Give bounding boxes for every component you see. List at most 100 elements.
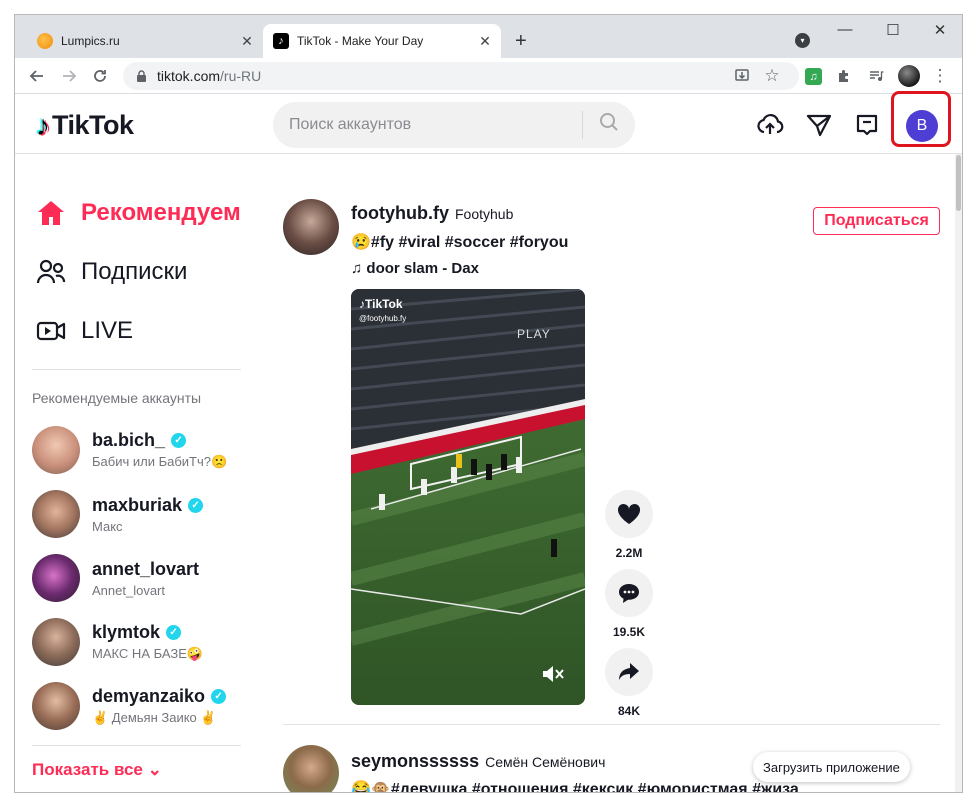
tab-tiktok[interactable]: ♪ TikTok - Make Your Day ✕ bbox=[263, 24, 501, 58]
tab-strip: Lumpics.ru ✕ ♪ TikTok - Make Your Day ✕ … bbox=[15, 15, 962, 58]
sidebar-item-label: Подписки bbox=[81, 258, 188, 285]
video-player[interactable]: ♪TikTok @footyhub.fy PLAY bbox=[351, 289, 585, 705]
get-app-button[interactable]: Загрузить приложение bbox=[753, 752, 910, 782]
inbox-icon[interactable] bbox=[853, 111, 881, 139]
minimize-button[interactable]: — bbox=[830, 21, 860, 38]
browser-window: Lumpics.ru ✕ ♪ TikTok - Make Your Day ✕ … bbox=[14, 14, 963, 793]
feed-divider bbox=[283, 724, 940, 725]
tiktok-note-icon: ♪ bbox=[36, 109, 50, 141]
account-search[interactable]: Поиск аккаунтов bbox=[273, 102, 635, 148]
sidebar-divider bbox=[32, 745, 241, 746]
browser-toolbar: tiktok.com/ru-RU ☆ ♫ ⋮ bbox=[15, 58, 962, 94]
tiktok-favicon-icon: ♪ bbox=[273, 33, 289, 49]
page-scrollbar[interactable] bbox=[955, 154, 962, 792]
search-icon[interactable] bbox=[583, 112, 635, 138]
post-caption[interactable]: 😂🙊#девушка #отношения #кексик #юмористма… bbox=[351, 779, 799, 792]
post-username[interactable]: footyhub.fy bbox=[351, 203, 449, 224]
upload-icon[interactable] bbox=[756, 111, 784, 139]
video-tag: PLAY bbox=[517, 327, 551, 341]
window-close-button[interactable]: ✕ bbox=[925, 21, 955, 39]
post-author[interactable]: seymonssssss Семён Семёнович bbox=[351, 751, 605, 772]
like-button[interactable] bbox=[605, 490, 653, 538]
post-author-avatar[interactable] bbox=[283, 199, 339, 255]
url-path: /ru-RU bbox=[220, 68, 262, 84]
video-watermark-text: TikTok bbox=[365, 297, 403, 311]
suggested-account[interactable]: ba.bich_ ✓ Бабич или БабиТч?🙁 bbox=[32, 425, 227, 475]
send-icon[interactable] bbox=[805, 111, 833, 139]
forward-icon[interactable] bbox=[58, 65, 80, 87]
reload-icon[interactable] bbox=[89, 65, 111, 87]
music-extension-icon[interactable]: ♫ bbox=[805, 68, 822, 85]
video-handle: @footyhub.fy bbox=[359, 314, 407, 323]
verified-badge-icon: ✓ bbox=[166, 625, 182, 640]
post-caption[interactable]: 😢#fy #viral #soccer #foryou bbox=[351, 232, 568, 252]
tiktok-wordmark: TikTok bbox=[52, 110, 134, 140]
follow-button[interactable]: Подписаться bbox=[813, 207, 940, 235]
suggested-account[interactable]: demyanzaiko ✓ ✌️ Демьян Заико ✌️ bbox=[32, 681, 227, 731]
sidebar-item-following[interactable]: Подписки bbox=[35, 256, 187, 288]
show-all-link[interactable]: Показать все ⌄ bbox=[32, 760, 162, 780]
sidebar-divider bbox=[32, 369, 241, 370]
share-arrow-icon bbox=[619, 663, 639, 680]
account-display-name: ✌️ Демьян Заико ✌️ bbox=[92, 710, 217, 725]
tab-title: Lumpics.ru bbox=[61, 34, 120, 48]
new-tab-button[interactable]: + bbox=[515, 31, 527, 51]
share-count: 84K bbox=[617, 704, 640, 718]
avatar bbox=[32, 682, 80, 730]
browser-profile-avatar[interactable] bbox=[898, 65, 920, 87]
bookmark-star-icon[interactable]: ☆ bbox=[761, 65, 783, 87]
scrollbar-thumb[interactable] bbox=[956, 155, 961, 211]
account-display-name: Бабич или БабиТч?🙁 bbox=[92, 454, 228, 469]
avatar bbox=[32, 618, 80, 666]
highlight-frame bbox=[891, 91, 951, 147]
sidebar-item-recommended[interactable]: Рекомендуем bbox=[35, 197, 241, 229]
address-bar[interactable]: tiktok.com/ru-RU bbox=[123, 62, 799, 90]
tab-search-icon[interactable]: ▾ bbox=[795, 33, 810, 48]
search-input[interactable]: Поиск аккаунтов bbox=[273, 116, 582, 134]
account-username: maxburiak bbox=[92, 494, 183, 515]
verified-badge-icon: ✓ bbox=[188, 497, 204, 513]
home-icon bbox=[35, 197, 67, 229]
tiktok-logo[interactable]: ♪ TikTok bbox=[36, 110, 134, 141]
tab-lumpics[interactable]: Lumpics.ru ✕ bbox=[27, 24, 263, 58]
browser-menu-icon[interactable]: ⋮ bbox=[929, 65, 951, 87]
like-count: 2.2M bbox=[615, 546, 643, 560]
post-display-name: Footyhub bbox=[454, 206, 514, 222]
following-icon bbox=[35, 256, 67, 288]
video-frame bbox=[351, 289, 585, 705]
suggested-account[interactable]: klymtok ✓ МАКС НА БАЗЕ🤪 bbox=[32, 617, 203, 667]
install-app-icon[interactable] bbox=[731, 65, 753, 87]
sidebar-item-live[interactable]: LIVE bbox=[35, 315, 133, 347]
suggested-accounts-title: Рекомендуемые аккаунты bbox=[32, 390, 202, 406]
heart-icon bbox=[617, 503, 641, 524]
share-button[interactable] bbox=[605, 648, 653, 696]
account-username: klymtok bbox=[92, 622, 161, 642]
maximize-button[interactable]: ☐ bbox=[878, 21, 908, 39]
tiktok-header: ♪ TikTok Поиск аккаунтов bbox=[15, 95, 962, 154]
account-username: demyanzaiko bbox=[92, 686, 206, 706]
post-music[interactable]: ♫ door slam - Dax bbox=[351, 260, 479, 277]
back-icon[interactable] bbox=[26, 65, 48, 87]
lock-icon bbox=[136, 70, 148, 82]
post-author-avatar[interactable] bbox=[283, 745, 339, 792]
feed: footyhub.fy Footyhub 😢#fy #viral #soccer… bbox=[283, 155, 943, 792]
tab-close-icon[interactable]: ✕ bbox=[237, 33, 257, 50]
verified-badge-icon: ✓ bbox=[171, 433, 187, 448]
suggested-account[interactable]: maxburiak ✓ Макс bbox=[32, 489, 204, 539]
sidebar-item-label: Рекомендуем bbox=[81, 199, 241, 226]
account-display-name: Annet_lovart bbox=[92, 582, 165, 598]
tab-title: TikTok - Make Your Day bbox=[297, 34, 424, 48]
suggested-account[interactable]: annet_lovart Annet_lovart bbox=[32, 553, 199, 603]
mute-icon[interactable] bbox=[541, 663, 565, 685]
account-display-name: Макс bbox=[92, 518, 123, 534]
lumpics-favicon-icon bbox=[37, 33, 53, 49]
post-author[interactable]: footyhub.fy Footyhub bbox=[351, 203, 513, 224]
comment-button[interactable] bbox=[605, 569, 653, 617]
media-control-icon[interactable] bbox=[865, 65, 887, 87]
verified-badge-icon: ✓ bbox=[211, 689, 227, 704]
extensions-puzzle-icon[interactable] bbox=[833, 65, 855, 87]
post-username[interactable]: seymonssssss bbox=[351, 751, 479, 772]
url-host: tiktok.com bbox=[157, 68, 221, 84]
tab-close-icon[interactable]: ✕ bbox=[475, 33, 495, 50]
video-watermark: ♪TikTok bbox=[359, 297, 403, 311]
